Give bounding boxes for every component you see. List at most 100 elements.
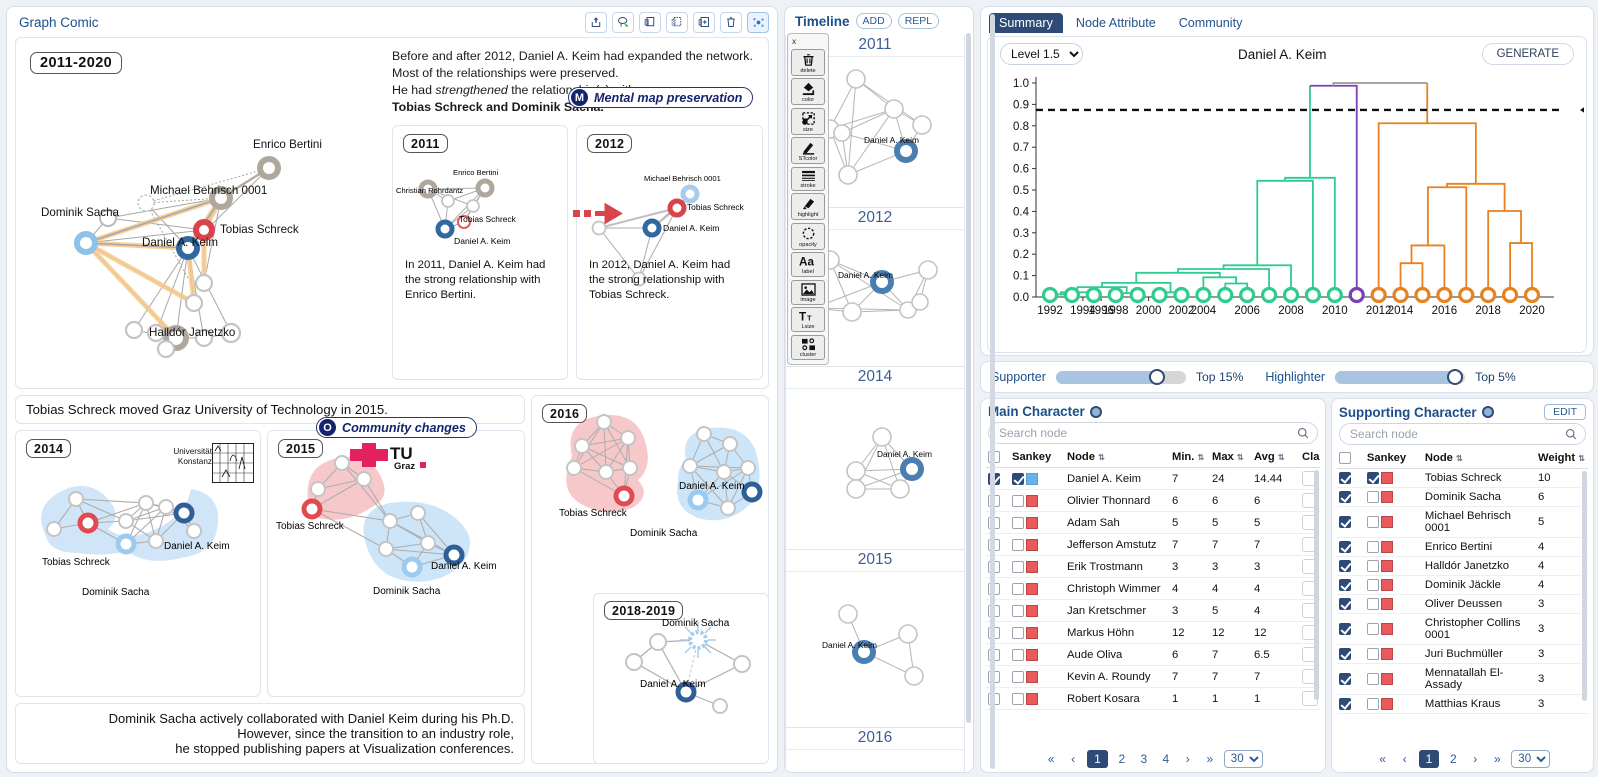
row-sankey-cell[interactable] xyxy=(1010,511,1065,535)
page-2[interactable]: 2 xyxy=(1114,752,1130,766)
row-select-cell[interactable] xyxy=(1336,506,1365,539)
supporting-character-search-input[interactable] xyxy=(1347,426,1565,442)
row-select-cell[interactable] xyxy=(1336,644,1365,665)
table-row[interactable]: Aude Oliva 6 7 6.5 xyxy=(986,643,1320,667)
panel-2012[interactable]: 2012 Michael Behrisch 0001 Tobias Schrec… xyxy=(576,125,763,380)
th-sc-select-all[interactable] xyxy=(1336,449,1365,470)
row-color-swatch[interactable] xyxy=(1380,579,1393,592)
table-row[interactable]: Adam Sah 5 5 5 xyxy=(986,511,1320,535)
row-color-swatch[interactable] xyxy=(1026,516,1038,529)
row-checkbox[interactable] xyxy=(1338,560,1351,573)
row-color-swatch[interactable] xyxy=(1380,648,1393,661)
row-sankey-cell[interactable] xyxy=(1010,643,1065,667)
row-sankey-cell[interactable] xyxy=(1010,489,1065,513)
table-row[interactable]: Olivier Thonnard 6 6 6 xyxy=(986,489,1320,513)
table-row[interactable]: Dominik Jäckle 4 xyxy=(1336,575,1588,596)
stroke-tool-icon[interactable]: stroke xyxy=(791,166,825,191)
row-checkbox[interactable] xyxy=(1012,516,1024,529)
sort-icon-max[interactable]: ⇅ xyxy=(1237,453,1244,462)
row-select-cell[interactable] xyxy=(1336,594,1365,615)
toolbar-close-icon[interactable]: x xyxy=(788,37,828,46)
table-row[interactable]: Jan Kretschmer 3 5 4 xyxy=(986,599,1320,623)
row-sankey-cell[interactable] xyxy=(1010,577,1065,601)
table-row[interactable]: Markus Höhn 12 12 12 xyxy=(986,621,1320,645)
main-character-search[interactable] xyxy=(988,422,1318,444)
row-checkbox[interactable] xyxy=(1012,494,1024,507)
supporting-character-scrollbar[interactable] xyxy=(1582,471,1587,701)
row-checkbox[interactable] xyxy=(1012,560,1024,573)
row-color-swatch[interactable] xyxy=(1026,692,1038,705)
sort-icon-sc-weight[interactable]: ⇅ xyxy=(1578,454,1585,463)
color-tool-icon[interactable]: color xyxy=(791,78,825,105)
timeline-replace-button[interactable]: REPL xyxy=(897,13,940,29)
row-sankey-cell[interactable] xyxy=(1364,506,1423,539)
table-row[interactable]: Dominik Sacha 6 xyxy=(1336,487,1588,508)
row-sankey-cell[interactable] xyxy=(1364,644,1423,665)
panel-2018-2019[interactable]: 2018-2019 Dominik Sacha Daniel A. Keim xyxy=(593,593,769,764)
row-checkbox[interactable] xyxy=(1012,604,1024,617)
sc-page-size-select[interactable]: 30 xyxy=(1511,750,1551,768)
sort-icon-min[interactable]: ⇅ xyxy=(1197,453,1204,462)
sc-page-last[interactable]: » xyxy=(1489,752,1505,766)
row-checkbox[interactable] xyxy=(1366,579,1379,592)
table-row[interactable]: Jefferson Amstutz 7 7 7 xyxy=(986,533,1320,557)
th-avg[interactable]: Avg ⇅ xyxy=(1252,448,1300,469)
row-checkbox[interactable] xyxy=(1366,598,1379,611)
main-character-scrollbar[interactable] xyxy=(1313,470,1319,700)
row-checkbox[interactable] xyxy=(1338,623,1351,636)
row-sankey-cell[interactable] xyxy=(1010,599,1065,623)
supporter-slider-knob[interactable] xyxy=(1149,368,1166,385)
row-color-swatch[interactable] xyxy=(1026,626,1038,639)
row-checkbox[interactable] xyxy=(1338,516,1351,529)
row-checkbox[interactable] xyxy=(1366,698,1379,711)
row-select-cell[interactable] xyxy=(1336,556,1365,577)
row-sankey-cell[interactable] xyxy=(1364,468,1423,489)
sc-page-2[interactable]: 2 xyxy=(1445,752,1461,766)
page-prev[interactable]: ‹ xyxy=(1065,752,1081,766)
table-row[interactable]: Halldór Janetzko 4 xyxy=(1336,556,1588,577)
row-checkbox[interactable] xyxy=(1338,541,1351,554)
table-row[interactable]: Tobias Schreck 10 xyxy=(1336,468,1588,489)
label-tool-icon[interactable]: Aa label xyxy=(791,252,825,277)
timeline-item-2016[interactable]: 2016 xyxy=(785,728,965,772)
main-character-search-input[interactable] xyxy=(997,425,1297,441)
sc-select-all-checkbox[interactable] xyxy=(1338,452,1351,465)
row-sankey-cell[interactable] xyxy=(1364,613,1423,646)
row-sankey-cell[interactable] xyxy=(1364,575,1423,596)
row-checkbox[interactable] xyxy=(1012,648,1024,661)
supporting-character-table-wrap[interactable]: Sankey Node ⇅ Weight ⇅ Tobias Schreck 10 D… xyxy=(1336,449,1588,747)
row-select-cell[interactable] xyxy=(1336,663,1365,696)
row-checkbox[interactable] xyxy=(1338,598,1351,611)
row-checkbox[interactable] xyxy=(1012,626,1024,639)
main-character-table-wrap[interactable]: Sankey Node ⇅ Min. ⇅ Max ⇅ Avg ⇅ Class D… xyxy=(986,448,1320,747)
row-sankey-cell[interactable] xyxy=(1010,687,1065,711)
row-checkbox[interactable] xyxy=(1338,579,1351,592)
row-color-swatch[interactable] xyxy=(1026,670,1038,683)
row-color-swatch[interactable] xyxy=(1026,472,1038,485)
supporter-slider[interactable] xyxy=(1055,368,1186,385)
row-checkbox[interactable] xyxy=(1366,472,1379,485)
row-color-swatch[interactable] xyxy=(1026,560,1038,573)
table-row[interactable]: Michael Behrisch 0001 5 xyxy=(1336,506,1588,539)
size-tool-icon[interactable]: size xyxy=(791,107,825,135)
row-color-swatch[interactable] xyxy=(1380,516,1393,529)
sc-page-prev[interactable]: ‹ xyxy=(1397,752,1413,766)
row-color-swatch[interactable] xyxy=(1380,698,1393,711)
row-select-cell[interactable] xyxy=(1336,537,1365,558)
page-first[interactable]: « xyxy=(1043,752,1059,766)
generate-button[interactable]: GENERATE xyxy=(1481,43,1574,65)
panel-2011[interactable]: 2011 Enrico Bertini Christian Rohrdantz … xyxy=(392,125,568,380)
duplicate-panel-icon[interactable] xyxy=(666,11,688,33)
row-color-swatch[interactable] xyxy=(1380,673,1393,686)
row-sankey-cell[interactable] xyxy=(1010,555,1065,579)
table-row[interactable]: Juri Buchmüller 3 xyxy=(1336,644,1588,665)
copy-panel-icon[interactable] xyxy=(639,11,661,33)
table-row[interactable]: Oliver Deussen 3 xyxy=(1336,594,1588,615)
row-checkbox[interactable] xyxy=(1366,491,1379,504)
row-color-swatch[interactable] xyxy=(1380,491,1393,504)
th-sc-node[interactable]: Node ⇅ xyxy=(1422,449,1536,470)
row-sankey-cell[interactable] xyxy=(1364,487,1423,508)
page-next[interactable]: › xyxy=(1180,752,1196,766)
row-checkbox[interactable] xyxy=(1338,491,1351,504)
row-sankey-cell[interactable] xyxy=(1364,594,1423,615)
